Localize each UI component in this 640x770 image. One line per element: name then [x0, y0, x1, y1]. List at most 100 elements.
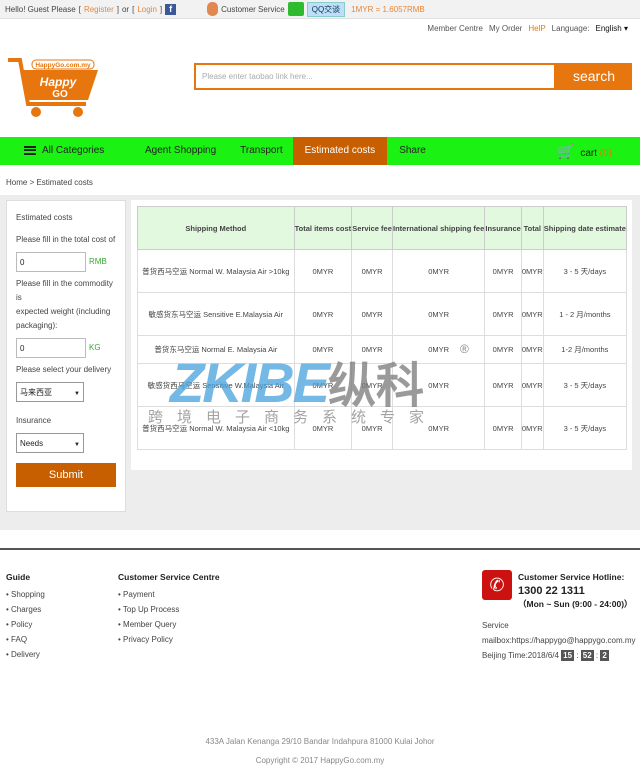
table-cell: 0MYR	[351, 249, 393, 293]
shipping-method-cell: 普货西马空运 Normal W. Malaysia Air >10kg	[137, 249, 295, 293]
cart-link[interactable]: 🛒 cart (0)	[557, 137, 612, 168]
column-header: Shipping Method	[137, 206, 295, 250]
qq-chat-button[interactable]: QQ交谈	[306, 1, 346, 17]
shipping-method-cell: 敏感货西马空运 Sensitive W.Malaysia Air	[137, 363, 295, 407]
cost-input[interactable]: 0	[16, 252, 86, 272]
column-header: Service fee	[351, 206, 393, 250]
table-cell: 0MYR	[391, 363, 486, 407]
footer-link[interactable]: Shopping	[6, 587, 45, 602]
table-cell: 0MYR	[391, 406, 486, 450]
nav-transport[interactable]: Transport	[228, 137, 292, 165]
column-header: International shipping fee	[391, 206, 486, 250]
table-row: 敏感货西马空运 Sensitive W.Malaysia Air 0MYR 0MYR…	[137, 363, 628, 407]
table-cell: 1 - 2 月/months	[542, 292, 628, 336]
shipping-method-cell: 普货东马空运 Normal E. Malaysia Air	[137, 335, 295, 364]
footer-link[interactable]: Charges	[6, 602, 45, 617]
column-header: Total	[520, 206, 544, 250]
footer-customer-service: Customer Service Centre PaymentTop Up Pr…	[118, 572, 220, 647]
kg-unit: KG	[89, 343, 101, 353]
table-cell: 3 - 5 天/days	[542, 249, 628, 293]
table-cell: 0MYR	[484, 249, 522, 293]
svg-text:HappyGo.com.my: HappyGo.com.my	[35, 62, 91, 69]
or-text: or	[121, 4, 130, 14]
estimate-table-panel: Shipping Method Total items cost Service f…	[131, 200, 632, 470]
footer-guide: Guide ShoppingChargesPolicyFAQDelivery	[6, 572, 45, 662]
my-order-link[interactable]: My Order	[489, 24, 522, 33]
search-button[interactable]: search	[556, 63, 632, 90]
table-row: 普货西马空运 Normal W. Malaysia Air >10kg 0MYR 0…	[137, 249, 628, 293]
svg-text:GO: GO	[52, 89, 68, 100]
table-cell: 0MYR	[520, 406, 544, 450]
footer-link[interactable]: Payment	[118, 587, 220, 602]
estimate-form: Estimated costs Please fill in the total…	[6, 200, 126, 512]
table-cell: 0MYR	[293, 363, 353, 407]
register-link[interactable]: Register	[84, 5, 114, 14]
delivery-select[interactable]: 马来西亚	[16, 382, 84, 402]
table-cell: 0MYR	[351, 406, 393, 450]
table-cell: 0MYR	[484, 363, 522, 407]
rmb-unit: RMB	[89, 257, 107, 267]
footer-link[interactable]: Privacy Policy	[118, 632, 220, 647]
login-link[interactable]: Login	[137, 5, 157, 14]
table-cell: 0MYR	[520, 292, 544, 336]
greeting: Hello! Guest Please	[5, 4, 76, 14]
table-cell: 0MYR	[520, 249, 544, 293]
submit-button[interactable]: Submit	[16, 463, 116, 487]
service-mailbox: Service mailbox:https://happygo@happygo.…	[482, 621, 636, 645]
insurance-label: Insurance	[16, 416, 52, 425]
table-cell: 0MYR	[351, 363, 393, 407]
happygo-logo[interactable]: HappyGo.com.my Happy GO	[6, 56, 100, 120]
cost-label: Please fill in the total cost of	[16, 235, 116, 244]
insurance-select[interactable]: Needs	[16, 433, 84, 453]
table-cell: 0MYR	[293, 406, 353, 450]
table-row: 普货东马空运 Normal E. Malaysia Air 0MYR 0MYR 0MY…	[137, 335, 628, 364]
top-bar: Hello! Guest Please [Register] or [Login…	[0, 0, 640, 19]
exchange-rate: 1MYR = 1.6057RMB	[351, 4, 425, 14]
shipping-table: Shipping Method Total items cost Service f…	[137, 206, 628, 450]
table-cell: 0MYR	[351, 335, 393, 364]
help-link[interactable]: HelP	[528, 24, 545, 33]
table-cell: 0MYR	[391, 292, 486, 336]
table-cell: 3 - 5 天/days	[542, 363, 628, 407]
delivery-label: Please select your delivery	[16, 365, 112, 374]
weight-label-2: expected weight (including packaging):	[16, 307, 111, 330]
nav-agent-shopping[interactable]: Agent Shopping	[133, 137, 228, 165]
member-centre-link[interactable]: Member Centre	[427, 24, 483, 33]
shipping-method-cell: 普货西马空运 Normal W. Malaysia Air <10kg	[137, 406, 295, 450]
footer-link[interactable]: Delivery	[6, 647, 45, 662]
customer-service-link[interactable]: Customer Service	[221, 5, 285, 14]
nav-share[interactable]: Share	[387, 137, 438, 165]
table-cell: 3 - 5 天/days	[542, 406, 628, 450]
menu-icon	[24, 145, 36, 155]
nav-estimated-costs[interactable]: Estimated costs	[292, 137, 388, 165]
search-input[interactable]: Please enter taobao link here...	[194, 63, 556, 90]
cart-icon: 🛒	[557, 143, 575, 159]
table-cell: 0MYR	[484, 335, 522, 364]
footer-link[interactable]: FAQ	[6, 632, 45, 647]
language-select[interactable]: English ▾	[596, 24, 629, 33]
weight-input[interactable]: 0	[16, 338, 86, 358]
table-cell: 0MYR	[351, 292, 393, 336]
svg-text:Happy: Happy	[40, 75, 78, 89]
hotline-block: ✆ Customer Service Hotline: 1300 22 1311…	[482, 570, 636, 663]
facebook-icon[interactable]: f	[165, 3, 177, 15]
all-categories-menu[interactable]: All Categories	[0, 137, 133, 165]
footer-link[interactable]: Top Up Process	[118, 602, 220, 617]
main-content: Estimated costs Please fill in the total…	[0, 195, 640, 530]
footer-link[interactable]: Member Query	[118, 617, 220, 632]
form-title: Estimated costs	[16, 213, 73, 222]
customer-service-avatar-icon	[207, 2, 219, 16]
language-label: Language:	[551, 24, 590, 33]
table-cell: 0MYR	[293, 249, 353, 293]
table-cell: 0MYR	[484, 292, 522, 336]
shipping-method-cell: 敏感货东马空运 Sensitive E.Malaysia Air	[137, 292, 295, 336]
wechat-icon[interactable]	[287, 2, 304, 16]
table-cell: 0MYR	[293, 335, 353, 364]
table-row: 敏感货东马空运 Sensitive E.Malaysia Air 0MYR 0MYR…	[137, 292, 628, 336]
table-row: 普货西马空运 Normal W. Malaysia Air <10kg 0MYR 0…	[137, 406, 628, 450]
column-header: Shipping date estimate	[542, 206, 628, 250]
breadcrumb: Home > Estimated costs	[6, 178, 93, 187]
footer-link[interactable]: Policy	[6, 617, 45, 632]
weight-label: Please fill in the commodity is	[16, 279, 113, 302]
phone-icon: ✆	[482, 570, 512, 600]
